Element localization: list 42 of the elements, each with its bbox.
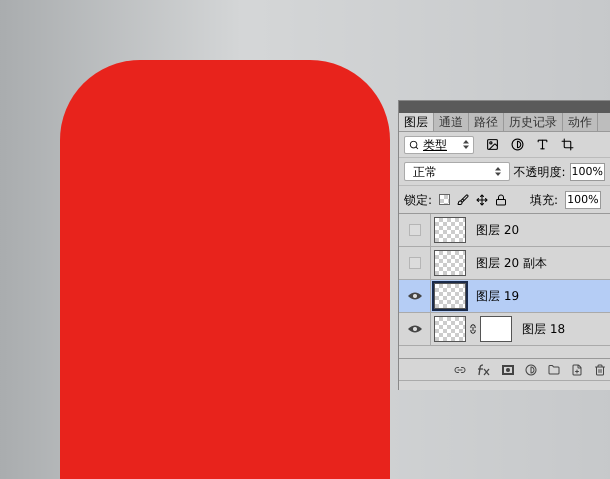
brush-icon[interactable]	[457, 194, 470, 206]
layer-row[interactable]: 图层 20 副本	[399, 247, 610, 280]
type-icon[interactable]	[536, 138, 549, 151]
layer-name[interactable]: 图层 20 副本	[476, 254, 547, 272]
half-circle-icon[interactable]	[511, 138, 524, 151]
folder-icon[interactable]	[548, 364, 560, 376]
half-circle-icon[interactable]	[525, 364, 537, 376]
layer-thumbnail	[434, 283, 466, 309]
blend-mode-dropdown[interactable]: 正常	[404, 162, 510, 181]
image-icon[interactable]	[486, 138, 499, 151]
mask-icon[interactable]	[502, 364, 514, 374]
layer-thumbnail	[434, 316, 466, 342]
search-icon	[409, 140, 419, 150]
layer-name[interactable]: 图层 20	[476, 221, 520, 239]
filter-dropdown[interactable]: 类型	[404, 136, 474, 154]
layer-thumbnail	[434, 250, 466, 276]
layer-name[interactable]: 图层 18	[522, 320, 566, 338]
up-down-arrows-icon	[494, 167, 500, 176]
visibility-toggle[interactable]	[408, 224, 420, 236]
fill-field[interactable]: 100%	[565, 190, 601, 208]
trash-icon[interactable]	[594, 364, 606, 376]
new-layer-icon[interactable]	[571, 364, 583, 376]
move-icon[interactable]	[476, 194, 488, 206]
eye-icon[interactable]	[406, 324, 422, 334]
eye-icon[interactable]	[406, 291, 422, 301]
fx-icon[interactable]	[477, 364, 491, 376]
layer-row[interactable]: 图层 18	[399, 313, 610, 346]
up-down-arrows-icon	[463, 140, 469, 149]
layer-thumbnail	[434, 217, 466, 243]
visibility-toggle[interactable]	[408, 257, 420, 269]
lock-transparency-icon[interactable]	[439, 194, 450, 205]
layer-row[interactable]: 图层 19	[399, 280, 610, 313]
layer-name[interactable]: 图层 19	[476, 287, 520, 305]
panel-tab[interactable]: 图层	[399, 113, 434, 131]
link-icon[interactable]	[468, 324, 478, 334]
opacity-label: 不透明度:	[514, 164, 566, 180]
opacity-field[interactable]: 100%	[570, 162, 605, 180]
lock-label: 锁定:	[404, 192, 432, 208]
crop-icon[interactable]	[561, 138, 574, 151]
lock-icon[interactable]	[495, 194, 508, 206]
fill-label: 填充:	[530, 192, 558, 208]
layer-row[interactable]: 图层 20	[399, 214, 610, 247]
